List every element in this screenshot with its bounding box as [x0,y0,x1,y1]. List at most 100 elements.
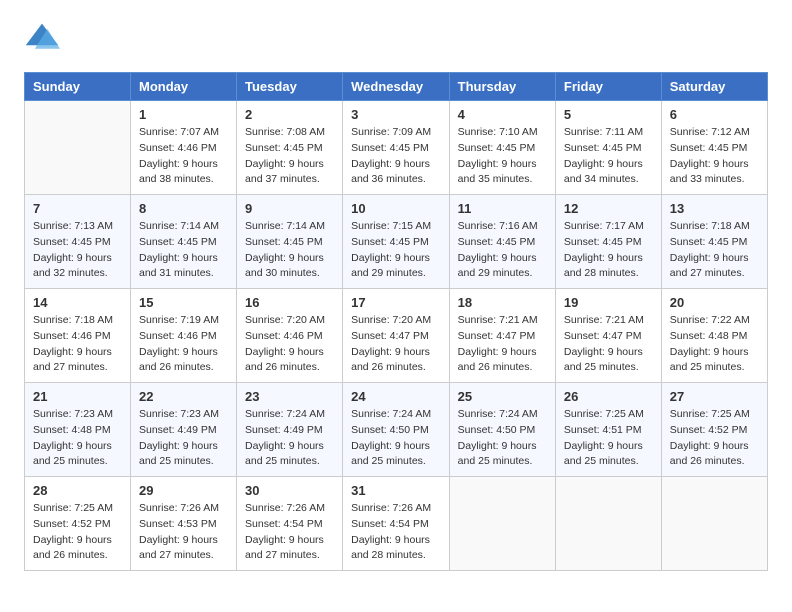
day-number: 26 [564,389,653,404]
day-info: Sunrise: 7:26 AMSunset: 4:53 PMDaylight:… [139,501,228,564]
day-number: 29 [139,483,228,498]
weekday-header-sunday: Sunday [25,73,131,101]
calendar-cell: 1 Sunrise: 7:07 AMSunset: 4:46 PMDaylight… [130,101,236,195]
day-info: Sunrise: 7:11 AMSunset: 4:45 PMDaylight:… [564,125,653,188]
calendar-cell: 30 Sunrise: 7:26 AMSunset: 4:54 PMDayligh… [237,477,343,571]
page-header [24,20,768,56]
day-number: 16 [245,295,334,310]
calendar-cell: 21 Sunrise: 7:23 AMSunset: 4:48 PMDayligh… [25,383,131,477]
day-info: Sunrise: 7:16 AMSunset: 4:45 PMDaylight:… [458,219,547,282]
day-info: Sunrise: 7:25 AMSunset: 4:52 PMDaylight:… [670,407,759,470]
day-info: Sunrise: 7:24 AMSunset: 4:49 PMDaylight:… [245,407,334,470]
calendar-cell: 6 Sunrise: 7:12 AMSunset: 4:45 PMDaylight… [661,101,767,195]
day-number: 3 [351,107,441,122]
calendar-cell: 23 Sunrise: 7:24 AMSunset: 4:49 PMDayligh… [237,383,343,477]
weekday-header-monday: Monday [130,73,236,101]
day-info: Sunrise: 7:26 AMSunset: 4:54 PMDaylight:… [351,501,441,564]
calendar-week-2: 7Sunrise: 7:13 AMSunset: 4:45 PMDaylight… [25,195,768,289]
day-number: 13 [670,201,759,216]
calendar-cell [555,477,661,571]
day-number: 10 [351,201,441,216]
day-number: 1 [139,107,228,122]
calendar-cell: 15 Sunrise: 7:19 AMSunset: 4:46 PMDayligh… [130,289,236,383]
day-info: Sunrise: 7:23 AMSunset: 4:48 PMDaylight:… [33,407,122,470]
calendar-cell: 7Sunrise: 7:13 AMSunset: 4:45 PMDaylight… [25,195,131,289]
day-number: 22 [139,389,228,404]
day-number: 24 [351,389,441,404]
calendar-cell [25,101,131,195]
calendar-cell: 8Sunrise: 7:14 AMSunset: 4:45 PMDaylight… [130,195,236,289]
day-info: Sunrise: 7:07 AMSunset: 4:46 PMDaylight:… [139,125,228,188]
calendar-week-4: 21 Sunrise: 7:23 AMSunset: 4:48 PMDayligh… [25,383,768,477]
day-number: 19 [564,295,653,310]
day-number: 4 [458,107,547,122]
calendar-cell [449,477,555,571]
day-number: 21 [33,389,122,404]
day-info: Sunrise: 7:10 AMSunset: 4:45 PMDaylight:… [458,125,547,188]
calendar-cell: 26 Sunrise: 7:25 AMSunset: 4:51 PMDayligh… [555,383,661,477]
calendar-cell: 29 Sunrise: 7:26 AMSunset: 4:53 PMDayligh… [130,477,236,571]
day-number: 7 [33,201,122,216]
day-info: Sunrise: 7:19 AMSunset: 4:46 PMDaylight:… [139,313,228,376]
weekday-header-friday: Friday [555,73,661,101]
calendar-cell: 28 Sunrise: 7:25 AMSunset: 4:52 PMDayligh… [25,477,131,571]
calendar-cell: 14Sunrise: 7:18 AMSunset: 4:46 PMDayligh… [25,289,131,383]
day-number: 12 [564,201,653,216]
calendar-cell: 22 Sunrise: 7:23 AMSunset: 4:49 PMDayligh… [130,383,236,477]
calendar-cell [661,477,767,571]
day-number: 23 [245,389,334,404]
calendar-cell: 10 Sunrise: 7:15 AMSunset: 4:45 PMDayligh… [343,195,450,289]
day-info: Sunrise: 7:23 AMSunset: 4:49 PMDaylight:… [139,407,228,470]
logo-icon [24,20,60,56]
day-info: Sunrise: 7:25 AMSunset: 4:51 PMDaylight:… [564,407,653,470]
day-info: Sunrise: 7:26 AMSunset: 4:54 PMDaylight:… [245,501,334,564]
day-number: 5 [564,107,653,122]
calendar-cell: 27 Sunrise: 7:25 AMSunset: 4:52 PMDayligh… [661,383,767,477]
calendar-week-3: 14Sunrise: 7:18 AMSunset: 4:46 PMDayligh… [25,289,768,383]
day-number: 14 [33,295,122,310]
day-info: Sunrise: 7:08 AMSunset: 4:45 PMDaylight:… [245,125,334,188]
day-number: 11 [458,201,547,216]
calendar-week-5: 28 Sunrise: 7:25 AMSunset: 4:52 PMDayligh… [25,477,768,571]
day-number: 28 [33,483,122,498]
calendar-cell: 18 Sunrise: 7:21 AMSunset: 4:47 PMDayligh… [449,289,555,383]
day-info: Sunrise: 7:20 AMSunset: 4:46 PMDaylight:… [245,313,334,376]
day-number: 20 [670,295,759,310]
day-info: Sunrise: 7:17 AMSunset: 4:45 PMDaylight:… [564,219,653,282]
weekday-header-row: SundayMondayTuesdayWednesdayThursdayFrid… [25,73,768,101]
day-number: 30 [245,483,334,498]
day-number: 9 [245,201,334,216]
calendar-table: SundayMondayTuesdayWednesdayThursdayFrid… [24,72,768,571]
calendar-cell: 17 Sunrise: 7:20 AMSunset: 4:47 PMDayligh… [343,289,450,383]
day-info: Sunrise: 7:21 AMSunset: 4:47 PMDaylight:… [458,313,547,376]
calendar-cell: 13 Sunrise: 7:18 AMSunset: 4:45 PMDayligh… [661,195,767,289]
weekday-header-saturday: Saturday [661,73,767,101]
day-info: Sunrise: 7:12 AMSunset: 4:45 PMDaylight:… [670,125,759,188]
day-number: 18 [458,295,547,310]
calendar-cell: 5 Sunrise: 7:11 AMSunset: 4:45 PMDaylight… [555,101,661,195]
day-number: 6 [670,107,759,122]
weekday-header-wednesday: Wednesday [343,73,450,101]
calendar-cell: 9 Sunrise: 7:14 AMSunset: 4:45 PMDaylight… [237,195,343,289]
calendar-cell: 12 Sunrise: 7:17 AMSunset: 4:45 PMDayligh… [555,195,661,289]
day-info: Sunrise: 7:14 AMSunset: 4:45 PMDaylight:… [245,219,334,282]
calendar-cell: 24Sunrise: 7:24 AMSunset: 4:50 PMDayligh… [343,383,450,477]
calendar-week-1: 1 Sunrise: 7:07 AMSunset: 4:46 PMDaylight… [25,101,768,195]
calendar-cell: 31 Sunrise: 7:26 AMSunset: 4:54 PMDayligh… [343,477,450,571]
day-info: Sunrise: 7:20 AMSunset: 4:47 PMDaylight:… [351,313,441,376]
day-number: 17 [351,295,441,310]
calendar-cell: 16 Sunrise: 7:20 AMSunset: 4:46 PMDayligh… [237,289,343,383]
day-info: Sunrise: 7:18 AMSunset: 4:45 PMDaylight:… [670,219,759,282]
day-info: Sunrise: 7:21 AMSunset: 4:47 PMDaylight:… [564,313,653,376]
day-number: 27 [670,389,759,404]
day-number: 15 [139,295,228,310]
day-number: 8 [139,201,228,216]
day-info: Sunrise: 7:25 AMSunset: 4:52 PMDaylight:… [33,501,122,564]
calendar-cell: 19 Sunrise: 7:21 AMSunset: 4:47 PMDayligh… [555,289,661,383]
day-number: 31 [351,483,441,498]
weekday-header-tuesday: Tuesday [237,73,343,101]
day-info: Sunrise: 7:24 AMSunset: 4:50 PMDaylight:… [458,407,547,470]
day-info: Sunrise: 7:15 AMSunset: 4:45 PMDaylight:… [351,219,441,282]
logo [24,20,66,56]
calendar-cell: 25Sunrise: 7:24 AMSunset: 4:50 PMDayligh… [449,383,555,477]
